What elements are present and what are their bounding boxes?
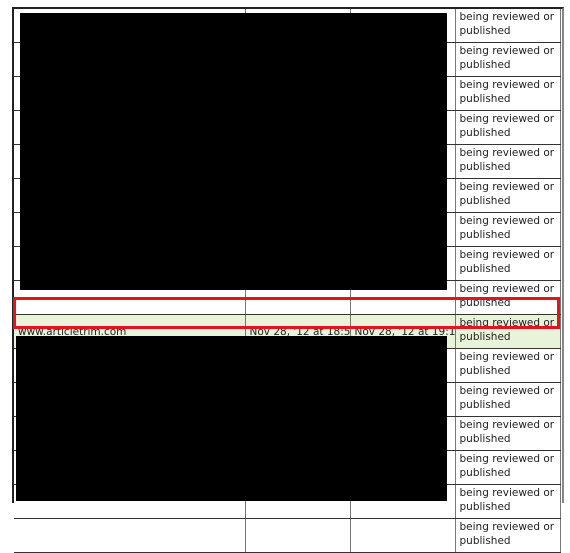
status-cell: being reviewed or published xyxy=(455,76,561,111)
status-cell: being reviewed or published xyxy=(455,246,561,281)
status-cell: being reviewed or published xyxy=(455,348,561,383)
updated-cell xyxy=(350,518,456,553)
status-cell: being reviewed or published xyxy=(455,110,561,145)
status-cell: being reviewed or published xyxy=(455,416,561,451)
status-cell: being reviewed or published xyxy=(455,484,561,519)
redaction-block-bottom xyxy=(16,336,447,501)
redaction-block-top xyxy=(20,13,447,290)
submitted-cell xyxy=(245,518,351,553)
status-cell: being reviewed or published xyxy=(455,280,561,315)
table-row: being reviewed or published xyxy=(14,518,561,553)
status-cell: being reviewed or published xyxy=(455,518,561,553)
status-cell: being reviewed or published xyxy=(455,382,561,417)
status-cell: being reviewed or published xyxy=(455,178,561,213)
status-cell: being reviewed or published xyxy=(455,42,561,77)
status-cell: being reviewed or published xyxy=(455,450,561,485)
status-cell: being reviewed or published xyxy=(455,314,561,349)
status-cell: being reviewed or published xyxy=(455,9,561,43)
site-cell xyxy=(14,518,246,553)
status-cell: being reviewed or published xyxy=(455,144,561,179)
status-cell: being reviewed or published xyxy=(455,212,561,247)
